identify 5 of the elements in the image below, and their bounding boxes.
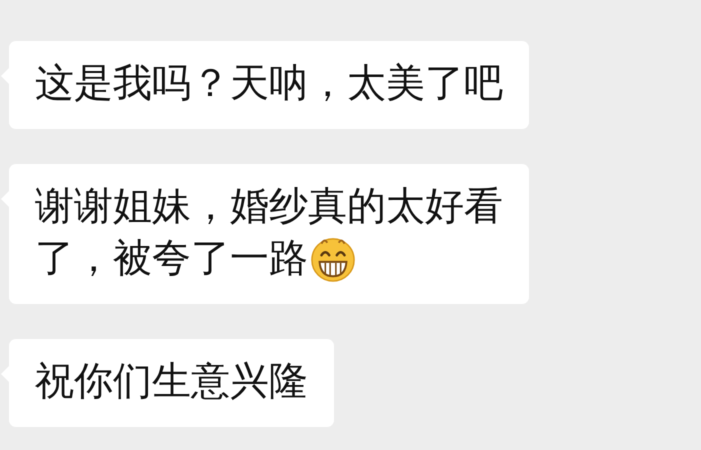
message-text: 了，被夸了一路: [35, 235, 308, 283]
message-text: 谢谢姐妹，婚纱真的太好看: [35, 183, 503, 231]
message-text: 祝你们生意兴隆: [35, 358, 308, 406]
message-text: 这是我吗？天呐，太美了吧: [35, 60, 503, 108]
grinning-face-icon: [310, 236, 356, 282]
